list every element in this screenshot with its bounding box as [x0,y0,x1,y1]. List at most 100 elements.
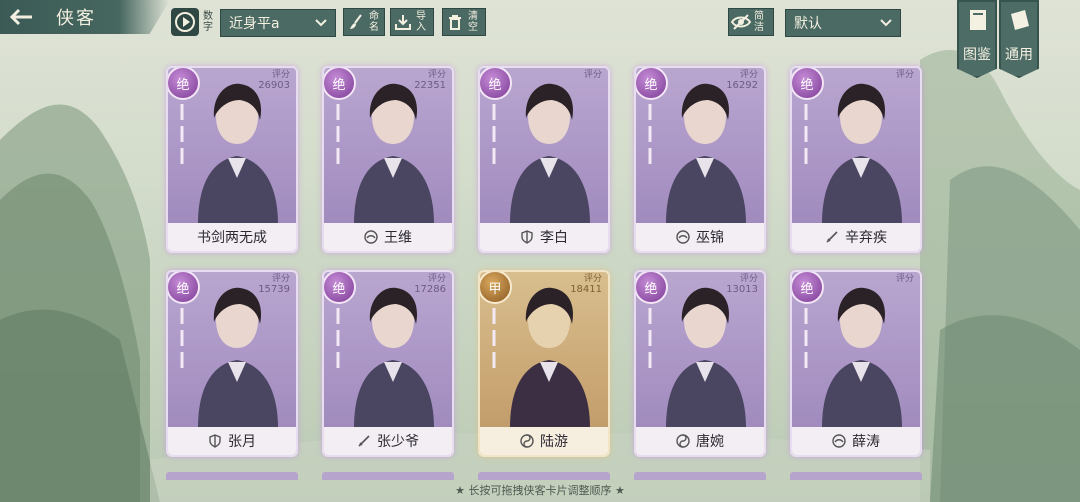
hero-card[interactable]: 绝 评分 22351 王维 [322,66,454,253]
score-value: 26903 [258,80,290,91]
card-score: 评分 18411 [570,274,602,295]
rank-swords-icon [174,304,190,374]
hero-name: 巫锦 [696,230,724,246]
back-button[interactable]: 侠客 [0,0,170,34]
score-label: 评分 [271,70,290,80]
lotus-icon [676,230,690,244]
hero-portrait [198,83,278,224]
card-score: 评分 16292 [726,70,758,91]
hero-name: 陆游 [540,434,568,450]
sword-icon [357,434,371,448]
sort-select[interactable]: 默认 [785,9,901,37]
score-value: 16292 [726,80,758,91]
hero-portrait [822,83,902,224]
taiji-icon [520,434,534,448]
hero-portrait [198,287,278,428]
taiji-icon [676,434,690,448]
rank-swords-icon [330,304,346,374]
hero-name: 唐婉 [696,434,724,450]
hero-name-bar: 张月 [168,427,296,455]
chevron-down-icon [880,15,892,31]
card-row-peek [790,472,922,480]
hero-name-bar: 薛涛 [792,427,920,455]
brush-icon [344,10,368,34]
score-label: 评分 [895,70,914,80]
shield-icon [520,230,534,244]
lotus-icon [364,230,378,244]
drag-hint-text: ★ 长按可拖拽侠客卡片调整顺序 ★ [455,484,625,497]
hero-name: 张少爷 [377,434,419,450]
hero-card[interactable]: 绝 评分 薛涛 [790,270,922,457]
rank-swords-icon [330,100,346,170]
hero-name: 张月 [228,434,256,450]
hero-card[interactable]: 绝 评分 16292 巫锦 [634,66,766,253]
score-label: 评分 [427,274,446,284]
card-score: 评分 [896,274,914,284]
card-row-peek [478,472,610,480]
card-score: 评分 13013 [726,274,758,295]
hero-portrait [822,287,902,428]
rank-badge: 绝 [168,272,200,304]
simple-label: 简洁 [754,11,764,33]
clear-label: 清空 [468,11,478,33]
digits-toggle-button[interactable]: 数字 [171,8,217,36]
hero-card[interactable]: 甲 评分 18411 陆游 [478,270,610,457]
back-arrow-icon [0,0,42,34]
rank-badge: 绝 [324,272,356,304]
digits-label: 数字 [203,11,213,33]
hero-name-bar: 唐婉 [636,427,764,455]
play-circle-icon [171,8,199,36]
score-value: 15739 [258,284,290,295]
hero-card[interactable]: 绝 评分 13013 唐婉 [634,270,766,457]
rename-button[interactable]: 命名 [343,8,385,36]
score-label: 评分 [583,70,602,80]
card-score: 评分 17286 [414,274,446,295]
hero-card[interactable]: 绝 评分 26903 书剑两无成 [166,66,298,253]
card-row-peek [166,472,298,480]
hero-portrait [666,287,746,428]
rank-swords-icon [642,304,658,374]
import-label: 导入 [416,11,426,33]
score-value: 22351 [414,80,446,91]
preset-value: 近身平a [229,16,280,32]
hero-portrait [354,287,434,428]
hero-name: 薛涛 [852,434,880,450]
simple-view-toggle[interactable]: 简洁 [728,8,774,36]
clear-button[interactable]: 清空 [442,8,486,36]
rank-swords-icon [486,304,502,374]
rank-badge: 甲 [480,272,512,304]
hero-name-bar: 王维 [324,223,452,251]
card-row-peek [634,472,766,480]
hero-name: 李白 [540,230,568,246]
lotus-icon [832,434,846,448]
page-title: 侠客 [56,8,96,29]
rank-badge: 绝 [792,68,824,100]
sword-icon [825,230,839,244]
hero-card[interactable]: 绝 评分 17286 张少爷 [322,270,454,457]
hero-name: 辛弃疾 [845,230,887,246]
card-row-peek [322,472,454,480]
top-bar: 侠客 数字 近身平a 命名 导入 清空 简洁 默认 [0,0,1080,40]
score-label: 评分 [895,274,914,284]
rank-swords-icon [798,304,814,374]
rank-badge: 绝 [168,68,200,100]
sort-value: 默认 [794,16,822,32]
hero-card[interactable]: 绝 评分 辛弃疾 [790,66,922,253]
hero-card[interactable]: 绝 评分 15739 张月 [166,270,298,457]
rank-badge: 绝 [636,68,668,100]
preset-select[interactable]: 近身平a [220,9,336,37]
hero-card[interactable]: 绝 评分 李白 [478,66,610,253]
rank-badge: 绝 [792,272,824,304]
rank-badge: 绝 [324,68,356,100]
card-score: 评分 15739 [258,274,290,295]
import-icon [391,10,415,34]
card-score: 评分 22351 [414,70,446,91]
score-value: 17286 [414,284,446,295]
rank-badge: 绝 [636,272,668,304]
rename-label: 命名 [369,11,379,33]
hero-name-bar: 李白 [480,223,608,251]
import-button[interactable]: 导入 [390,8,434,36]
hero-portrait [510,287,590,428]
score-value: 13013 [726,284,758,295]
score-label: 评分 [427,70,446,80]
